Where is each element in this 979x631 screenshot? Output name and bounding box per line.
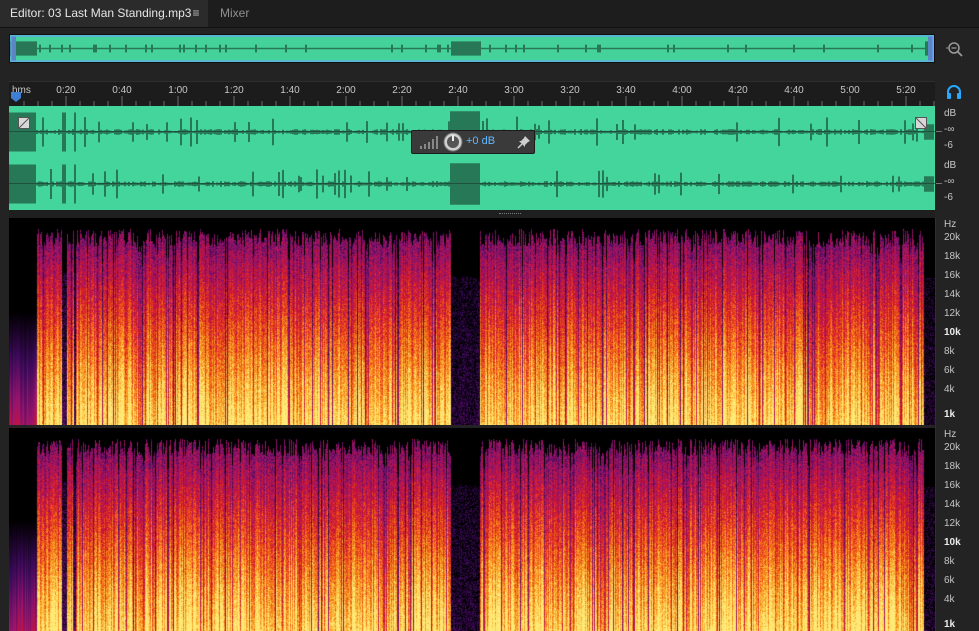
time-ruler[interactable]: hms 0:20 0:40 1:00 1:20 1:40 2:00 2:20 2:40 3:00… — [9, 81, 935, 106]
hz-label: 16k — [944, 480, 961, 491]
hz-label: 4k — [944, 384, 955, 395]
hz-label: 6k — [944, 575, 955, 586]
menu-icon[interactable]: ≡ — [189, 0, 203, 27]
waveform-overview[interactable] — [9, 34, 935, 63]
hz-label: 12k — [944, 308, 961, 319]
db-unit-left: dB — [944, 108, 957, 119]
hz-label: 10k — [944, 537, 961, 548]
panel-tab-bar: Editor: 03 Last Man Standing.mp3 ≡ Mixer — [0, 0, 979, 28]
fade-in-handle-icon[interactable] — [18, 117, 30, 129]
tab-mixer-label: Mixer — [220, 6, 250, 20]
hz-label: 8k — [944, 556, 955, 567]
tab-editor[interactable]: Editor: 03 Last Man Standing.mp3 — [0, 0, 208, 27]
hz-label: Hz — [944, 219, 957, 230]
volume-knob-icon[interactable] — [443, 132, 463, 152]
hz-label: 4k — [944, 594, 955, 605]
zoom-out-icon[interactable] — [946, 40, 964, 58]
fade-out-handle-icon[interactable] — [915, 117, 927, 129]
db-unit-right: dB — [944, 160, 957, 171]
level-bars-icon — [420, 136, 438, 149]
hz-label: 12k — [944, 518, 961, 529]
spectrogram-right — [9, 428, 935, 631]
volume-value: +0 dB — [466, 135, 496, 147]
db-tick — [936, 183, 942, 184]
divider-grip[interactable] — [499, 213, 521, 216]
tab-editor-label: Editor: 03 Last Man Standing.mp3 — [10, 6, 192, 20]
hz-label: 1k — [944, 619, 956, 630]
spectral-display-left[interactable] — [9, 218, 935, 425]
hz-label: 6k — [944, 365, 955, 376]
hz-label: 18k — [944, 461, 961, 472]
db-inf-left: -∞ — [944, 124, 955, 135]
hz-label: 14k — [944, 289, 961, 300]
volume-hud[interactable]: +0 dB — [411, 130, 535, 154]
hz-label: 20k — [944, 232, 961, 243]
waveform-channel-right[interactable] — [9, 158, 935, 210]
hz-label: 14k — [944, 499, 961, 510]
spectrogram-left — [9, 218, 935, 425]
hz-label: 10k — [944, 327, 961, 338]
db-inf-right: -∞ — [944, 176, 955, 187]
headphones-icon[interactable] — [946, 84, 962, 100]
tab-mixer[interactable]: Mixer — [210, 0, 270, 27]
waveform-spectral-divider[interactable] — [9, 210, 935, 218]
spectral-display-right[interactable] — [9, 428, 935, 631]
pin-icon[interactable] — [517, 135, 531, 149]
waveform-centerline — [9, 183, 935, 184]
ruler-minor-ticks — [23, 96, 935, 106]
hz-label: 20k — [944, 442, 961, 453]
db-tick — [936, 131, 942, 132]
db-minus6-left: -6 — [944, 140, 953, 151]
hz-label: 16k — [944, 270, 961, 281]
waveform-right-trace — [9, 163, 934, 205]
hz-label: 18k — [944, 251, 961, 262]
hz-label: 8k — [944, 346, 955, 357]
hz-label: 1k — [944, 409, 956, 420]
hz-label: Hz — [944, 429, 957, 440]
db-minus6-right: -6 — [944, 192, 953, 203]
overview-selection — [10, 35, 934, 62]
